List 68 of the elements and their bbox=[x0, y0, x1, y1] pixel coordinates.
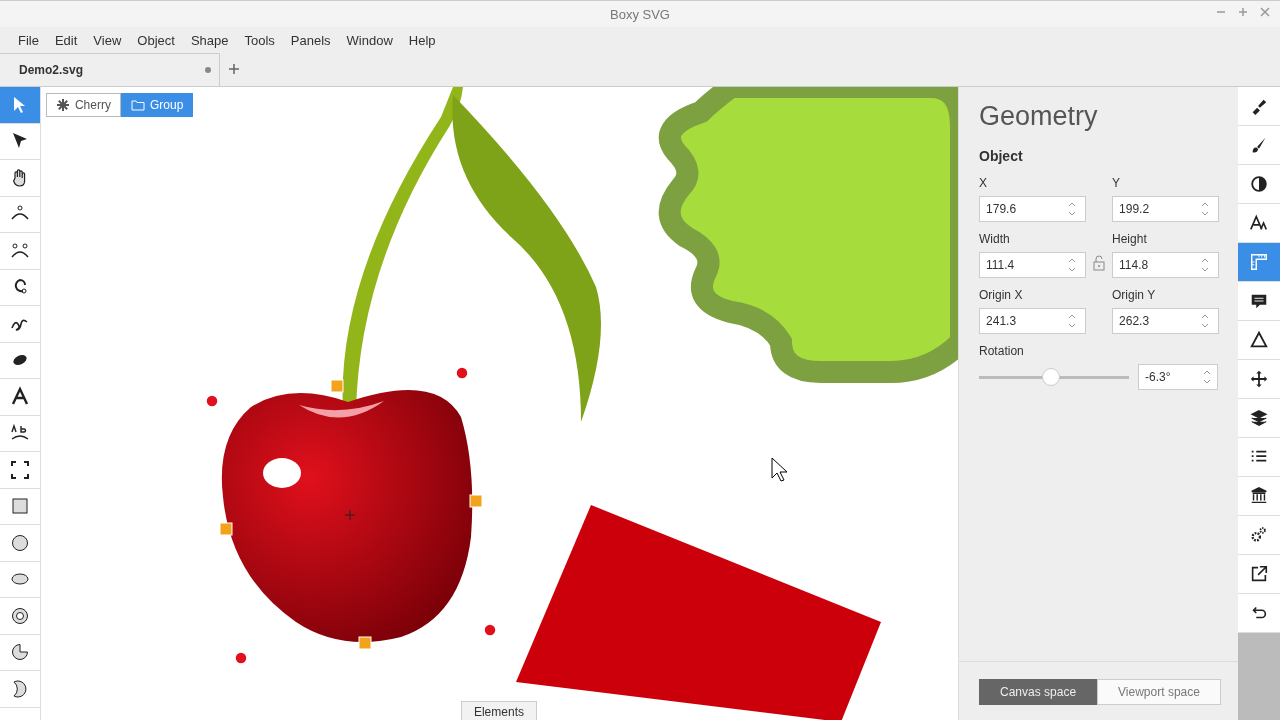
number-field[interactable]: 111.4 bbox=[979, 252, 1087, 278]
field-label: Rotation bbox=[979, 344, 1025, 358]
panel-tab[interactable] bbox=[1238, 438, 1280, 477]
cherry-highlight-shape bbox=[262, 458, 301, 488]
menu-item[interactable]: File bbox=[10, 28, 47, 52]
layers-icon bbox=[1249, 408, 1269, 428]
rotate-handle[interactable] bbox=[205, 394, 219, 408]
menu-item[interactable]: Tools bbox=[236, 28, 283, 52]
resize-handle[interactable] bbox=[330, 379, 344, 393]
ruler-icon bbox=[1249, 252, 1269, 272]
tab-label: Demo2.svg bbox=[19, 63, 84, 77]
field-label: Y bbox=[1112, 176, 1122, 190]
panel-tab[interactable] bbox=[1238, 204, 1280, 243]
menu-item[interactable]: Edit bbox=[46, 28, 86, 52]
panel-tab[interactable] bbox=[1238, 321, 1280, 360]
triangle-icon bbox=[1249, 330, 1269, 350]
number-field[interactable]: 262.3 bbox=[1112, 308, 1220, 334]
panel-tab[interactable] bbox=[1238, 87, 1280, 126]
contrast-icon bbox=[1249, 174, 1269, 194]
field-label: Origin X bbox=[979, 288, 1024, 302]
move-icon bbox=[1249, 369, 1269, 389]
font-size-icon bbox=[1249, 213, 1269, 233]
rotate-handle[interactable] bbox=[455, 366, 469, 380]
library-icon bbox=[1249, 486, 1269, 506]
section-heading: Object bbox=[979, 148, 1024, 164]
number-field[interactable]: 241.3 bbox=[979, 308, 1087, 334]
panel-tab[interactable] bbox=[1238, 165, 1280, 204]
field-label: X bbox=[979, 176, 989, 190]
breadcrumb-item[interactable]: Cherry bbox=[45, 93, 121, 117]
window-title: Boxy SVG bbox=[610, 6, 670, 22]
menu-item[interactable]: Object bbox=[129, 28, 183, 52]
resize-handle[interactable] bbox=[219, 522, 233, 536]
rotate-handle[interactable] bbox=[483, 623, 497, 637]
close-icon[interactable] bbox=[1258, 5, 1272, 19]
document-tab[interactable]: Demo2.svg bbox=[0, 53, 220, 86]
export-icon bbox=[1249, 564, 1269, 584]
field-label: Height bbox=[1112, 232, 1148, 246]
elements-tab[interactable]: Elements bbox=[460, 701, 537, 720]
mouse-cursor-icon bbox=[771, 457, 788, 482]
space-toggle-button[interactable]: Viewport space bbox=[1097, 679, 1221, 705]
space-toggle-button[interactable]: Canvas space bbox=[979, 679, 1098, 705]
add-tab-icon[interactable] bbox=[227, 62, 241, 76]
panel-tab[interactable] bbox=[1238, 477, 1280, 516]
asterisk-icon bbox=[55, 98, 70, 112]
panel-tab[interactable] bbox=[1238, 555, 1280, 594]
panel-tab[interactable] bbox=[1238, 282, 1280, 321]
number-field[interactable]: 114.8 bbox=[1112, 252, 1220, 278]
panel-tab[interactable] bbox=[1238, 594, 1280, 633]
folder-icon bbox=[130, 98, 145, 112]
resize-handle[interactable] bbox=[358, 636, 372, 650]
panel-tab[interactable] bbox=[1238, 360, 1280, 399]
frame-icon bbox=[8, 458, 31, 481]
number-field[interactable]: 179.6 bbox=[979, 196, 1087, 222]
menu-item[interactable]: Window bbox=[338, 28, 401, 52]
center-cross-icon bbox=[344, 509, 356, 521]
menu-item[interactable]: Shape bbox=[182, 28, 237, 52]
panel-tab[interactable] bbox=[1238, 399, 1280, 438]
rotate-handle[interactable] bbox=[234, 651, 248, 665]
number-field[interactable]: -6.3° bbox=[1138, 364, 1219, 390]
resize-handle[interactable] bbox=[469, 494, 483, 508]
menu-item[interactable]: Panels bbox=[282, 28, 339, 52]
menu-item[interactable]: View bbox=[85, 28, 130, 52]
number-field[interactable]: 199.2 bbox=[1112, 196, 1220, 222]
field-label: Width bbox=[979, 232, 1011, 246]
menu-item[interactable]: Help bbox=[400, 28, 444, 52]
slider-thumb[interactable] bbox=[1042, 368, 1061, 386]
field-label: Origin Y bbox=[1112, 288, 1157, 302]
panel-title: Geometry bbox=[979, 101, 1099, 132]
